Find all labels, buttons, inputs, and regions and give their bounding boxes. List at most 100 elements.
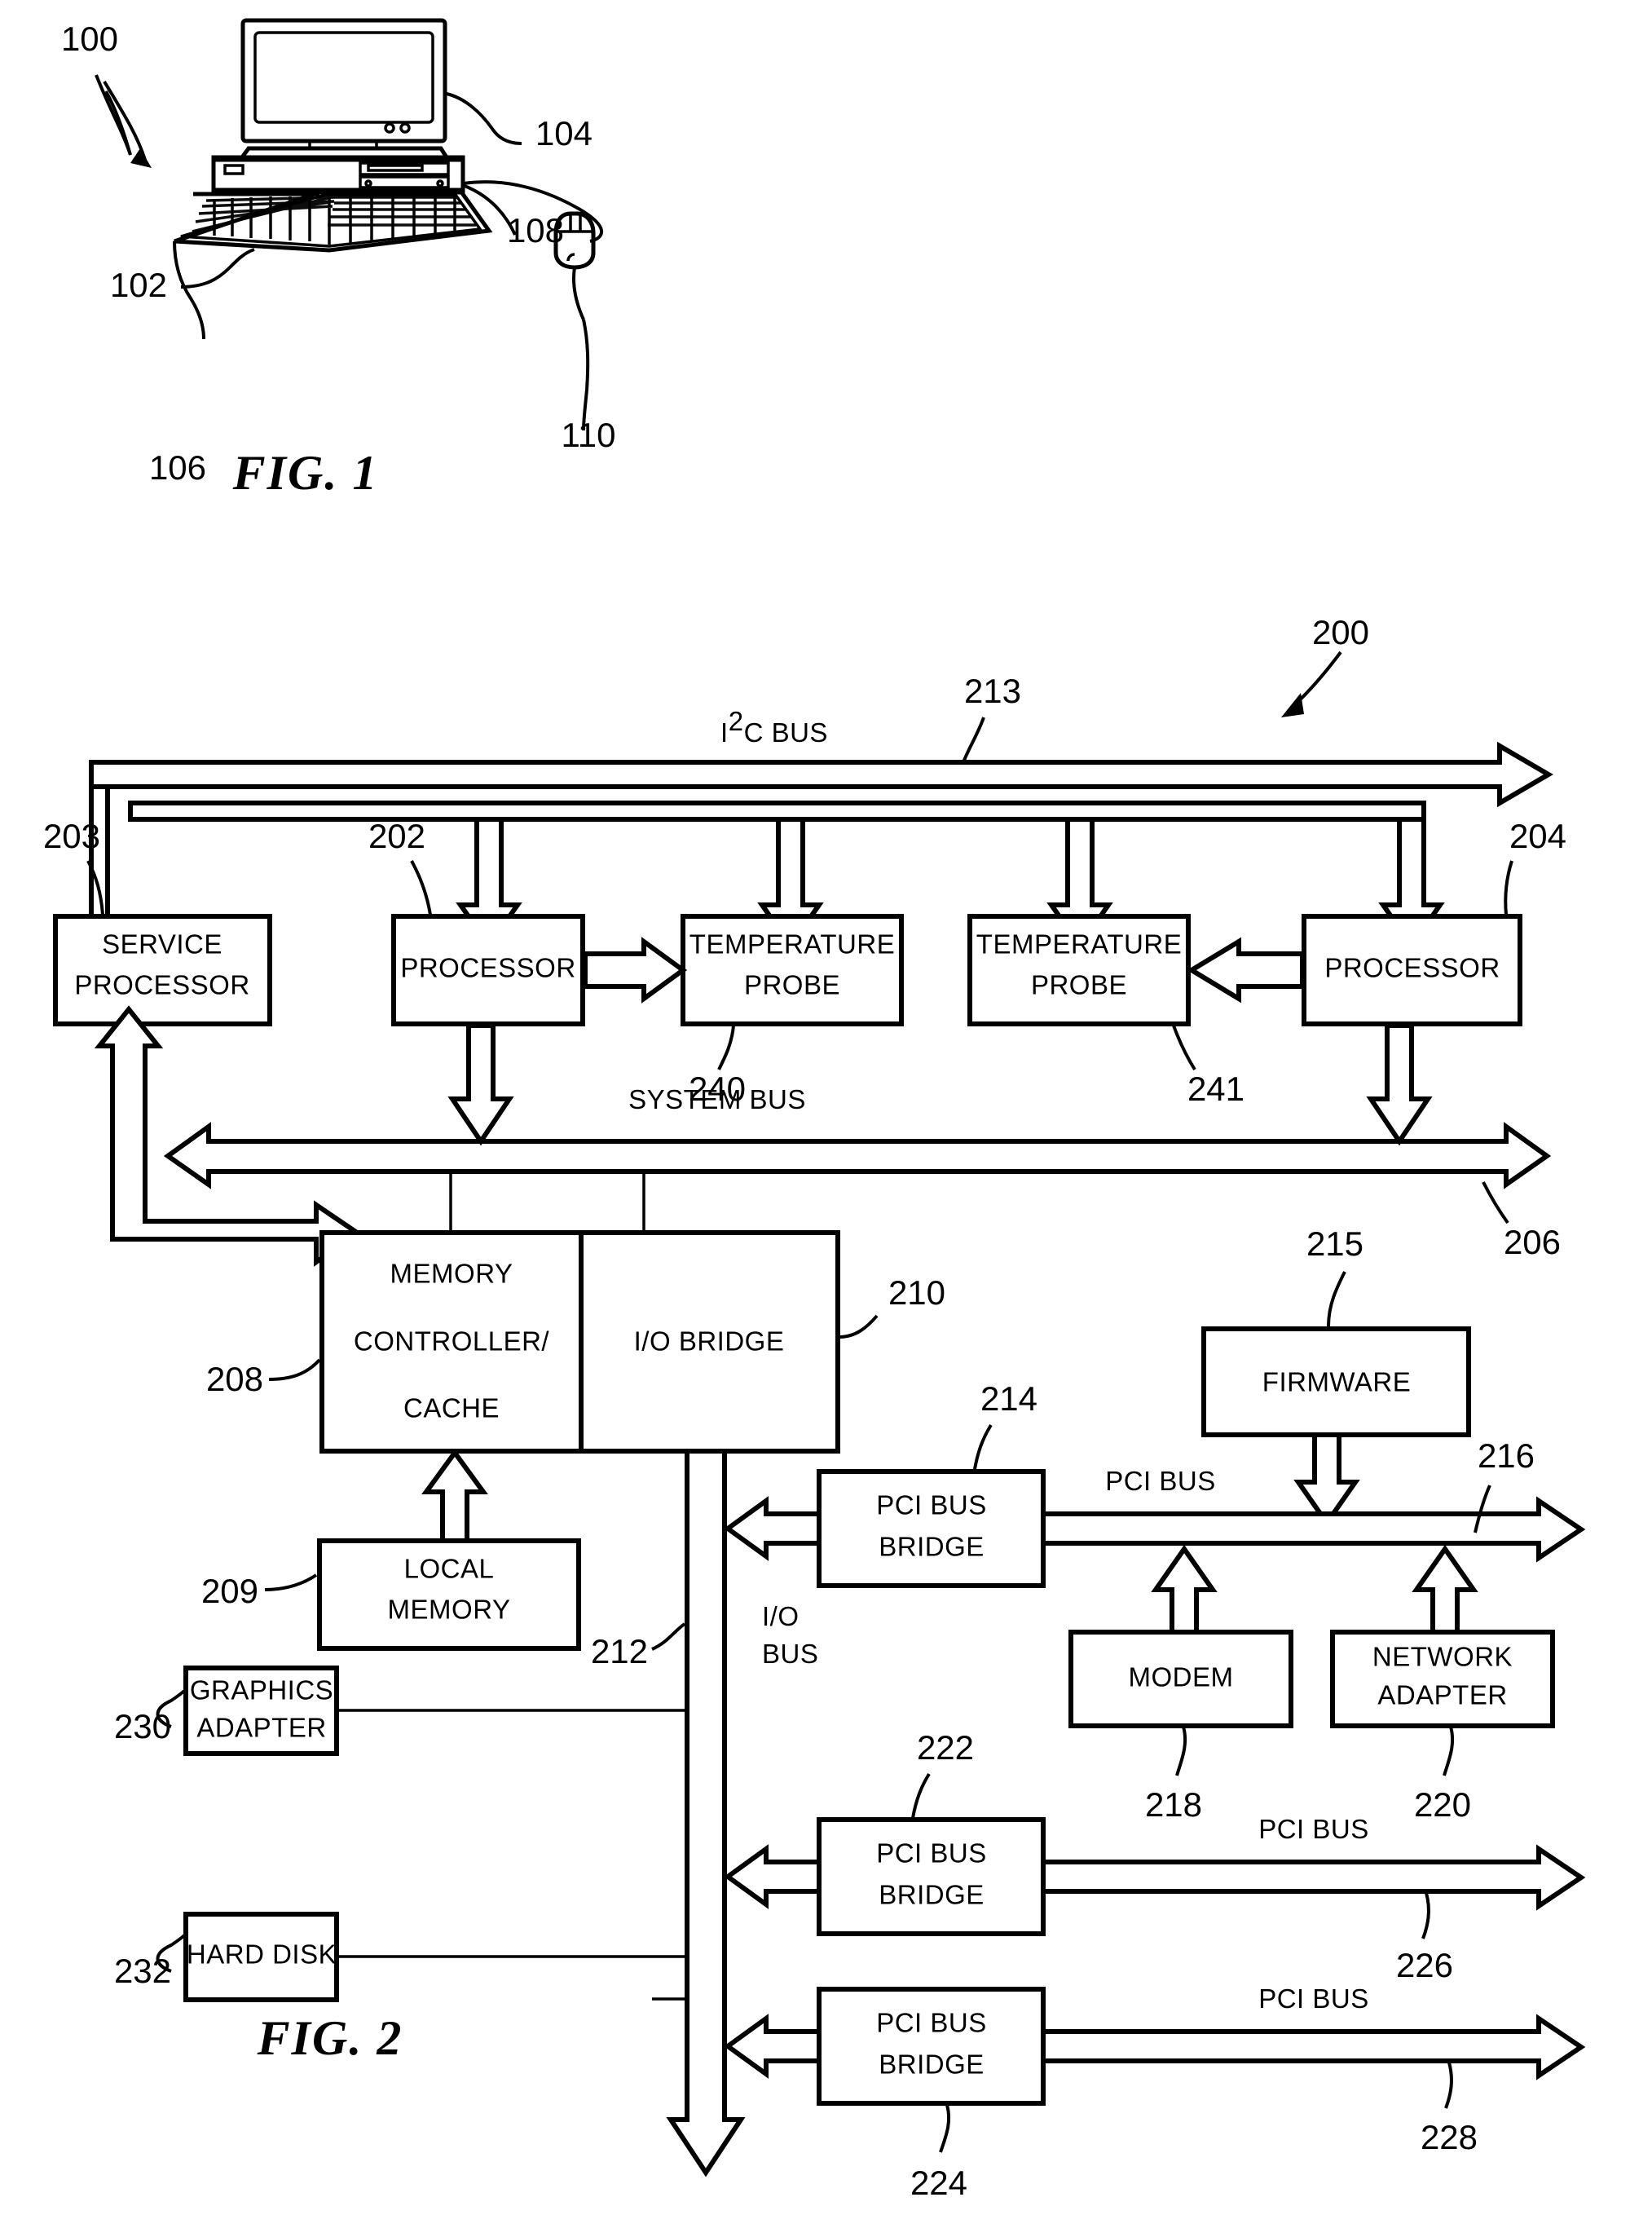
box-graphics-adapter: GRAPHICS ADAPTER — [183, 1666, 339, 1756]
figure-2-caption: FIG. 2 — [257, 2011, 403, 2065]
ref-206: 206 — [1504, 1223, 1561, 1261]
leader-212 — [651, 1622, 686, 1651]
arrow-local-memory-to-memory-controller — [421, 1448, 488, 1543]
box-processor-left: PROCESSOR — [391, 914, 585, 1026]
ref-220: 220 — [1414, 1785, 1471, 1824]
box-local-memory-line-2: MEMORY — [388, 1595, 511, 1625]
io-bus-label-line-2: BUS — [762, 1639, 818, 1669]
ref-106: 106 — [149, 448, 206, 487]
ref-102: 102 — [110, 266, 167, 304]
i2c-bus — [89, 741, 1553, 922]
leader-214 — [973, 1423, 993, 1470]
ref-104: 104 — [535, 114, 593, 152]
keyboard — [174, 188, 493, 253]
box-network-adapter-line-1: NETWORK — [1372, 1642, 1513, 1672]
box-memory-controller-line-2: CONTROLLER/ — [354, 1326, 550, 1357]
box-graphics-adapter-line-2: ADAPTER — [196, 1713, 326, 1743]
leader-218 — [1175, 1726, 1187, 1776]
leader-204 — [1504, 860, 1513, 916]
pci-bus-1-label: PCI BUS — [1105, 1466, 1216, 1496]
leader-210 — [839, 1314, 879, 1339]
box-pci-bus-bridge-2-line-2: BRIDGE — [879, 1880, 985, 1910]
mouse — [462, 180, 604, 320]
arrow-processor-right-to-system-bus — [1366, 1023, 1433, 1146]
box-firmware: FIRMWARE — [1201, 1326, 1471, 1437]
arrow-firmware-to-pci-bus-1 — [1293, 1432, 1360, 1528]
box-memory-controller-line-3: CACHE — [403, 1393, 500, 1423]
box-pci-bus-bridge-3-line-1: PCI BUS — [876, 2008, 987, 2038]
box-modem-label: MODEM — [1129, 1662, 1234, 1692]
box-service-processor-line-2: PROCESSOR — [74, 970, 249, 1000]
i2c-inner-run — [128, 801, 1426, 822]
box-pci-bus-bridge-1-line-1: PCI BUS — [876, 1490, 987, 1520]
box-pci-bus-bridge-2: PCI BUS BRIDGE — [817, 1817, 1046, 1936]
system-unit — [211, 155, 465, 195]
ref-226: 226 — [1396, 1946, 1453, 1984]
ref-212: 212 — [591, 1632, 648, 1670]
ref-100: 100 — [61, 20, 118, 58]
ref-208: 208 — [206, 1360, 263, 1398]
ref-200: 200 — [1312, 613, 1369, 651]
leader-213 — [962, 717, 985, 763]
arrow-pci-bus-bridge-3-to-io-bus — [723, 2014, 822, 2079]
box-temperature-probe-right-line-1: TEMPERATURE — [976, 929, 1182, 960]
ref-232: 232 — [114, 1952, 171, 1990]
ref-209: 209 — [201, 1572, 258, 1610]
ref-230: 230 — [114, 1707, 171, 1745]
cd-rom-drive — [359, 161, 450, 189]
box-memory-controller-line-1: MEMORY — [390, 1259, 513, 1289]
box-pci-bus-bridge-3: PCI BUS BRIDGE — [817, 1987, 1046, 2106]
ref-108: 108 — [507, 211, 564, 249]
leader-209 — [264, 1573, 318, 1591]
arrow-network-adapter-to-pci-bus-1 — [1412, 1544, 1478, 1635]
leader-208 — [268, 1358, 321, 1381]
box-hard-disk: HARD DISK — [183, 1912, 339, 2002]
pci-bus-2 — [1041, 1844, 1586, 1911]
box-io-bridge-label: I/O BRIDGE — [634, 1326, 785, 1357]
box-pci-bus-bridge-1: PCI BUS BRIDGE — [817, 1469, 1046, 1588]
pci-bus-3 — [1041, 2014, 1586, 2080]
leader-100 — [95, 74, 152, 168]
box-memory-controller-cache: MEMORY CONTROLLER/ CACHE — [319, 1230, 584, 1454]
arrow-pci-bus-bridge-2-to-io-bus — [723, 1844, 822, 1909]
box-modem: MODEM — [1068, 1630, 1293, 1728]
ref-216: 216 — [1478, 1436, 1535, 1475]
figure-1-group: 100 104 108 102 106 110 FIG. 1 — [61, 18, 615, 500]
box-temperature-probe-left-line-2: PROBE — [744, 970, 840, 1000]
box-local-memory-line-1: LOCAL — [404, 1554, 495, 1584]
box-pci-bus-bridge-2-line-1: PCI BUS — [876, 1838, 987, 1869]
box-local-memory: LOCAL MEMORY — [317, 1538, 581, 1651]
pci-bus-2-label: PCI BUS — [1258, 1814, 1369, 1844]
system-bus-label: SYSTEM BUS — [628, 1084, 806, 1114]
arrow-processor-left-to-system-bus — [447, 1023, 514, 1146]
ref-202: 202 — [368, 817, 425, 855]
pci-bus-1 — [1041, 1496, 1586, 1563]
box-firmware-label: FIRMWARE — [1262, 1367, 1411, 1397]
leader-228 — [1444, 2062, 1453, 2109]
box-processor-left-label: PROCESSOR — [400, 953, 575, 983]
box-pci-bus-bridge-1-line-2: BRIDGE — [879, 1532, 985, 1562]
figure-2-group: 200 I2C BUS 213 SERVICE PROCESSOR 203 PR… — [43, 613, 1586, 2202]
ref-214: 214 — [980, 1379, 1037, 1418]
leader-224 — [939, 2104, 951, 2153]
box-processor-right-label: PROCESSOR — [1324, 953, 1500, 983]
ref-222: 222 — [917, 1728, 974, 1767]
box-hard-disk-label: HARD DISK — [187, 1939, 337, 1970]
leader-200 — [1281, 651, 1342, 717]
box-graphics-adapter-line-1: GRAPHICS — [190, 1675, 333, 1705]
box-service-processor: SERVICE PROCESSOR — [53, 914, 272, 1026]
ref-228: 228 — [1421, 2118, 1478, 2156]
ref-203: 203 — [43, 817, 100, 855]
leader-226 — [1421, 1892, 1430, 1939]
box-processor-right: PROCESSOR — [1302, 914, 1522, 1026]
io-bus-label-line-1: I/O — [762, 1601, 800, 1631]
monitor — [238, 18, 451, 160]
arrow-modem-to-pci-bus-1 — [1151, 1544, 1218, 1635]
figure-1-caption: FIG. 1 — [232, 446, 379, 500]
box-temperature-probe-left-line-1: TEMPERATURE — [689, 929, 895, 960]
system-bus — [163, 1122, 1552, 1189]
box-network-adapter: NETWORK ADAPTER — [1330, 1630, 1555, 1728]
arrow-processor-to-probe-right — [1187, 937, 1305, 1004]
patent-figures-svg: 100 104 108 102 106 110 FIG. 1 200 I2C B… — [43, 18, 1586, 2202]
leader-241 — [1172, 1025, 1196, 1071]
